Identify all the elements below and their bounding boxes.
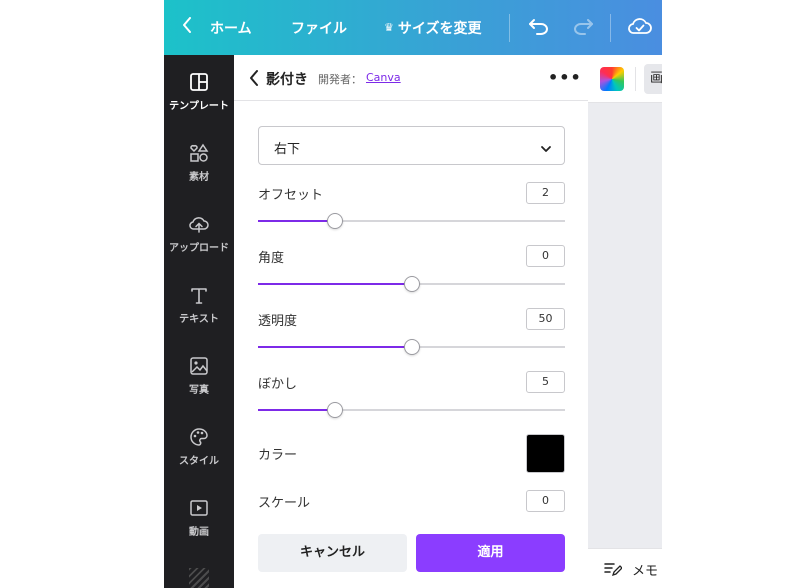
more-apps-icon[interactable] xyxy=(189,568,209,588)
angle-label: 角度 xyxy=(258,251,285,266)
sidebar-item-uploads[interactable]: アップロード xyxy=(164,214,234,274)
sidebar-item-label: 動画 xyxy=(189,527,209,538)
color-label: カラー xyxy=(258,448,298,463)
chevron-down-icon xyxy=(540,140,552,152)
home-button[interactable]: ホーム xyxy=(182,0,252,55)
blur-value-field[interactable]: 5 xyxy=(526,371,565,393)
sidebar: テンプレート 素材 アップロード テキスト 写真 スタイル 動画 xyxy=(164,55,234,588)
angle-slider[interactable] xyxy=(258,276,565,292)
canvas-area: 画 メモ xyxy=(588,55,662,588)
slider-fill xyxy=(258,409,335,411)
sidebar-item-videos[interactable]: 動画 xyxy=(164,498,234,558)
home-label: ホーム xyxy=(210,20,252,37)
redo-button[interactable] xyxy=(572,0,594,55)
notes-label: メモ xyxy=(632,564,659,579)
panel-title: 影付き xyxy=(266,72,308,88)
file-label: ファイル xyxy=(291,20,347,37)
sidebar-item-styles[interactable]: スタイル xyxy=(164,427,234,487)
shadow-app-panel: 影付き 開発者： Canva ••• 右下 オフセット 2 角度 0 透明度 5… xyxy=(234,55,588,588)
sidebar-item-label: スタイル xyxy=(179,456,219,467)
app-window: ホーム ファイル ♛ サイズを変更 テンプレート 素材 アップロード テキスト … xyxy=(164,0,662,588)
text-icon xyxy=(189,285,209,305)
sidebar-item-elements[interactable]: 素材 xyxy=(164,143,234,203)
sidebar-item-label: アップロード xyxy=(169,243,229,254)
cloud-check-icon xyxy=(628,17,652,39)
slider-thumb[interactable] xyxy=(326,213,343,229)
panel-body: 右下 オフセット 2 角度 0 透明度 50 ぼかし 5 カラー スケール 0 … xyxy=(234,102,588,588)
slider-thumb[interactable] xyxy=(326,402,343,418)
color-swatch[interactable] xyxy=(526,434,565,473)
apply-button[interactable]: 適用 xyxy=(416,534,565,572)
slider-fill xyxy=(258,283,412,285)
direction-select-value: 右下 xyxy=(274,142,301,157)
panel-header: 影付き 開発者： Canva ••• xyxy=(234,55,588,101)
elements-icon xyxy=(189,143,209,163)
slider-fill xyxy=(258,346,412,348)
sidebar-item-label: テンプレート xyxy=(169,101,229,112)
cancel-button[interactable]: キャンセル xyxy=(258,534,407,572)
topbar-divider xyxy=(509,14,510,42)
sidebar-item-label: テキスト xyxy=(179,314,219,325)
file-menu-button[interactable]: ファイル xyxy=(291,0,347,55)
canvas-toolbar: 画 xyxy=(588,55,662,103)
direction-select[interactable]: 右下 xyxy=(258,126,565,165)
photo-icon xyxy=(189,356,209,376)
resize-label: サイズを変更 xyxy=(397,20,482,37)
sidebar-item-label: 素材 xyxy=(189,172,209,183)
sidebar-item-templates[interactable]: テンプレート xyxy=(164,72,234,132)
sidebar-item-photos[interactable]: 写真 xyxy=(164,356,234,416)
blur-slider[interactable] xyxy=(258,402,565,418)
chevron-left-icon xyxy=(182,17,192,38)
notes-bar[interactable]: メモ xyxy=(588,548,662,588)
resize-button[interactable]: ♛ サイズを変更 xyxy=(384,0,481,55)
scale-value-field[interactable]: 0 xyxy=(526,490,565,512)
offset-label: オフセット xyxy=(258,188,324,203)
top-bar: ホーム ファイル ♛ サイズを変更 xyxy=(164,0,662,55)
angle-value-field[interactable]: 0 xyxy=(526,245,565,267)
sidebar-item-text[interactable]: テキスト xyxy=(164,285,234,345)
toolbar-divider xyxy=(635,67,636,91)
undo-button[interactable] xyxy=(528,0,550,55)
sidebar-item-label: 写真 xyxy=(189,385,209,396)
crown-icon: ♛ xyxy=(384,21,394,34)
scale-label: スケール xyxy=(258,496,311,511)
image-edit-button[interactable]: 画 xyxy=(644,64,662,94)
topbar-divider xyxy=(610,14,611,42)
transparency-value-field[interactable]: 50 xyxy=(526,308,565,330)
transparency-label: 透明度 xyxy=(258,314,298,329)
more-options-icon[interactable]: ••• xyxy=(548,70,581,86)
slider-fill xyxy=(258,220,335,222)
save-status-button[interactable] xyxy=(628,0,652,55)
upload-icon xyxy=(189,214,209,234)
blur-label: ぼかし xyxy=(258,377,298,392)
offset-slider[interactable] xyxy=(258,213,565,229)
back-chevron-icon[interactable] xyxy=(248,68,262,88)
redo-icon xyxy=(572,17,594,39)
undo-icon xyxy=(528,17,550,39)
slider-thumb[interactable] xyxy=(403,339,420,355)
template-icon xyxy=(189,72,209,92)
offset-value-field[interactable]: 2 xyxy=(526,182,565,204)
developer-link[interactable]: Canva xyxy=(366,71,401,84)
developer-label: 開発者： xyxy=(318,73,362,86)
notes-icon xyxy=(604,561,623,577)
color-wheel-icon[interactable] xyxy=(600,67,624,91)
slider-thumb[interactable] xyxy=(403,276,420,292)
transparency-slider[interactable] xyxy=(258,339,565,355)
palette-icon xyxy=(189,427,209,447)
video-icon xyxy=(189,498,209,518)
